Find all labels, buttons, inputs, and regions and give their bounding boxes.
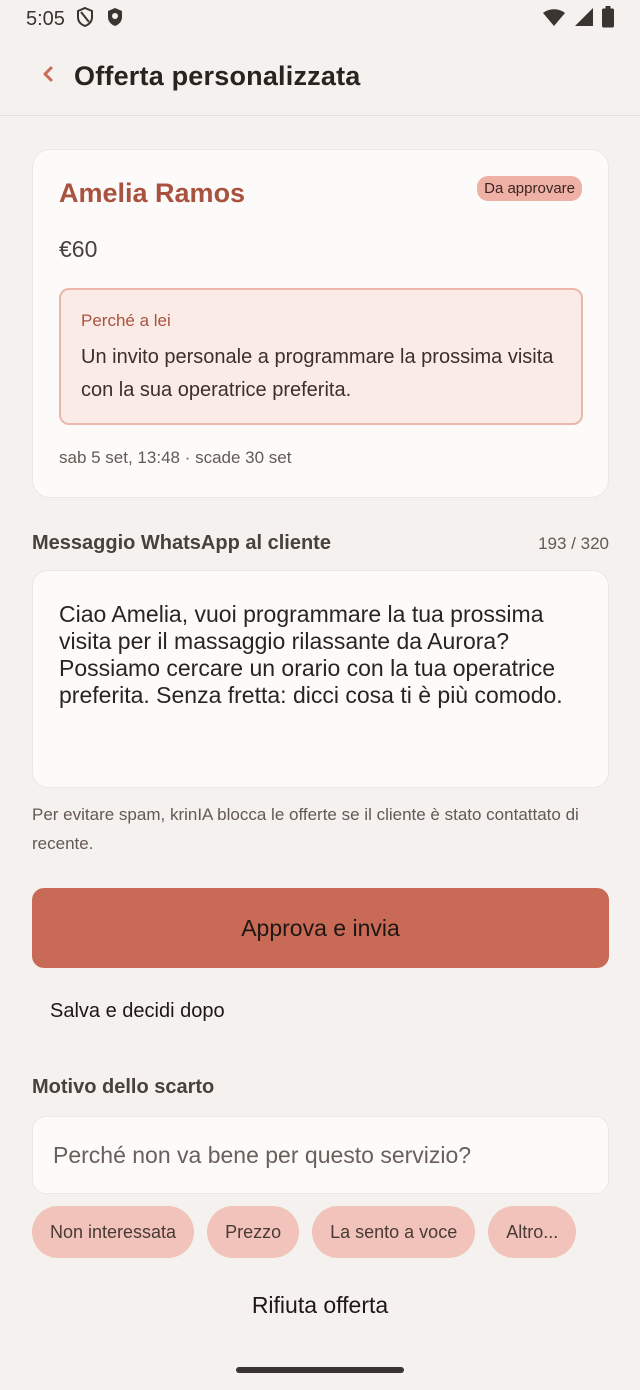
save-decide-later-button[interactable]: Salva e decidi dopo: [50, 1000, 225, 1023]
shield-filled-icon: [105, 6, 125, 33]
signal-icon: [574, 7, 594, 32]
client-name: Amelia Ramos: [59, 178, 246, 208]
status-bar: 5:05: [0, 0, 640, 38]
back-button[interactable]: [26, 55, 70, 99]
status-left: 5:05: [26, 6, 125, 33]
battery-icon: [602, 5, 614, 33]
reject-offer-button[interactable]: Rifiuta offerta: [0, 1292, 640, 1319]
approve-send-button[interactable]: Approva e invia: [32, 888, 609, 968]
status-time: 5:05: [26, 7, 65, 30]
status-badge: Da approvare: [477, 176, 582, 201]
reason-box: Perché a lei Un invito personale a progr…: [59, 288, 583, 425]
status-right: [542, 5, 614, 33]
chip-la-sento-a-voce[interactable]: La sento a voce: [312, 1206, 476, 1258]
chip-prezzo[interactable]: Prezzo: [207, 1206, 300, 1258]
char-count: 193 / 320: [538, 533, 609, 553]
discard-reason-input[interactable]: [32, 1116, 609, 1194]
shield-outline-icon: [75, 6, 95, 33]
discard-reason-label: Motivo dello scarto: [32, 1076, 215, 1098]
offer-card: Amelia Ramos Da approvare €60 Perché a l…: [32, 149, 609, 498]
page-title: Offerta personalizzata: [74, 61, 361, 91]
wifi-icon: [542, 7, 566, 32]
chevron-left-icon: [41, 64, 55, 89]
whatsapp-message-input[interactable]: Ciao Amelia, vuoi programmare la tua pro…: [32, 570, 609, 788]
offer-price: €60: [59, 236, 98, 262]
app-bar: Offerta personalizzata: [0, 38, 640, 116]
chip-altro[interactable]: Altro...: [488, 1206, 577, 1258]
message-label: Messaggio WhatsApp al cliente: [32, 532, 331, 554]
reason-text: Un invito personale a programmare la pro…: [81, 346, 554, 401]
chip-non-interessata[interactable]: Non interessata: [32, 1206, 195, 1258]
reason-chips: Non interessata Prezzo La sento a voce A…: [32, 1206, 577, 1258]
message-header: Messaggio WhatsApp al cliente 193 / 320: [32, 532, 609, 555]
spam-note: Per evitare spam, krinIA blocca le offer…: [32, 805, 579, 853]
home-indicator[interactable]: [236, 1367, 404, 1373]
offer-meta: sab 5 set, 13:48 · scade 30 set: [59, 448, 292, 467]
reason-label: Perché a lei: [81, 311, 171, 330]
